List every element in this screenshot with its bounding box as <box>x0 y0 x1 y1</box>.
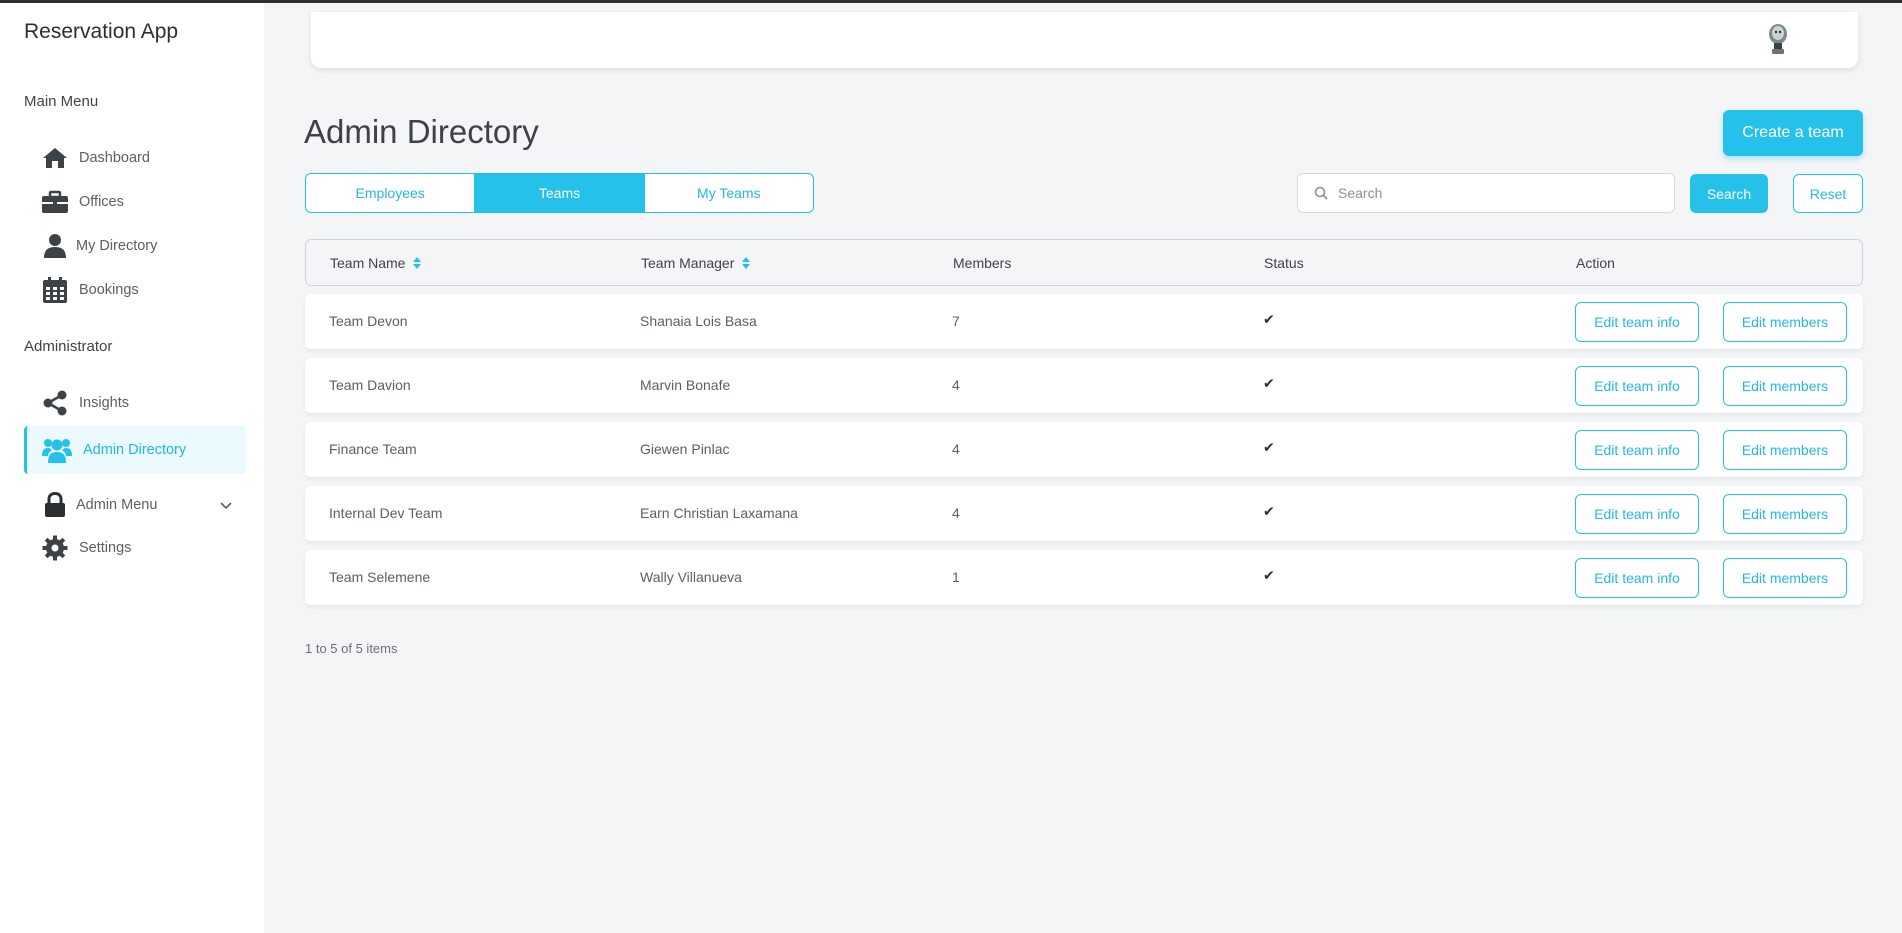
table-row: Team Selemene Wally Villanueva 1 ✔ Edit … <box>305 550 1863 605</box>
column-action: Action <box>1576 255 1615 271</box>
directory-tabs: Employees Teams My Teams <box>305 173 814 213</box>
team-manager-cell: Giewen Pinlac <box>640 441 730 457</box>
search-button[interactable]: Search <box>1690 174 1768 213</box>
team-name-cell: Team Selemene <box>329 569 431 585</box>
edit-team-info-button[interactable]: Edit team info <box>1575 430 1699 470</box>
team-name-cell: Finance Team <box>329 441 417 457</box>
column-label: Team Name <box>330 255 406 271</box>
members-cell: 4 <box>952 377 960 393</box>
status-check-icon: ✔ <box>1263 567 1275 583</box>
sidebar-item-insights[interactable]: Insights <box>24 381 246 425</box>
share-icon <box>41 389 69 417</box>
sidebar-item-offices[interactable]: Offices <box>24 180 246 224</box>
edit-members-button[interactable]: Edit members <box>1723 494 1847 534</box>
edit-members-button[interactable]: Edit members <box>1723 558 1847 598</box>
edit-team-info-button[interactable]: Edit team info <box>1575 302 1699 342</box>
team-name-cell: Team Devon <box>329 313 408 329</box>
column-label: Team Manager <box>641 255 735 271</box>
search-box <box>1297 173 1675 213</box>
members-cell: 4 <box>952 505 960 521</box>
members-cell: 1 <box>952 569 960 585</box>
lock-icon <box>41 491 69 519</box>
sort-icon[interactable] <box>413 257 422 269</box>
column-status: Status <box>1264 255 1304 271</box>
team-manager-cell: Marvin Bonafe <box>640 377 731 393</box>
table-header: Team Name Team Manager Members Status Ac… <box>305 239 1863 286</box>
sidebar-item-my-directory[interactable]: My Directory <box>24 224 246 268</box>
reset-button[interactable]: Reset <box>1793 174 1863 213</box>
team-manager-cell: Shanaia Lois Basa <box>640 313 757 329</box>
column-members: Members <box>953 255 1012 271</box>
edit-members-button[interactable]: Edit members <box>1723 302 1847 342</box>
edit-members-button[interactable]: Edit members <box>1723 366 1847 406</box>
calendar-icon <box>41 276 69 304</box>
sort-icon[interactable] <box>742 257 751 269</box>
window-top-border <box>0 0 1902 3</box>
status-check-icon: ✔ <box>1263 503 1275 519</box>
create-team-button[interactable]: Create a team <box>1723 110 1863 156</box>
members-cell: 4 <box>952 441 960 457</box>
page-title: Admin Directory <box>304 113 539 150</box>
main-menu-label: Main Menu <box>24 93 99 110</box>
avatar[interactable] <box>1766 22 1790 56</box>
table-row: Internal Dev Team Earn Christian Laxaman… <box>305 486 1863 541</box>
edit-team-info-button[interactable]: Edit team info <box>1575 366 1699 406</box>
pagination-summary: 1 to 5 of 5 items <box>305 641 398 656</box>
sidebar-item-dashboard[interactable]: Dashboard <box>24 136 246 180</box>
chevron-down-icon[interactable] <box>220 498 232 514</box>
app-title: Reservation App <box>24 20 179 43</box>
tab-teams[interactable]: Teams <box>475 174 645 212</box>
sidebar-item-bookings[interactable]: Bookings <box>24 268 246 312</box>
briefcase-icon <box>41 188 69 216</box>
team-name-cell: Internal Dev Team <box>329 505 443 521</box>
search-input[interactable] <box>1338 185 1658 201</box>
team-name-cell: Team Davion <box>329 377 411 393</box>
gear-icon <box>41 534 69 562</box>
team-manager-cell: Wally Villanueva <box>640 569 742 585</box>
team-manager-cell: Earn Christian Laxamana <box>640 505 798 521</box>
status-check-icon: ✔ <box>1263 311 1275 327</box>
top-bar <box>311 12 1858 68</box>
table-row: Finance Team Giewen Pinlac 4 ✔ Edit team… <box>305 422 1863 477</box>
sidebar-item-label: Admin Directory <box>83 442 187 458</box>
status-check-icon: ✔ <box>1263 375 1275 391</box>
users-icon <box>41 436 73 464</box>
status-check-icon: ✔ <box>1263 439 1275 455</box>
table-row: Team Davion Marvin Bonafe 4 ✔ Edit team … <box>305 358 1863 413</box>
sidebar: Reservation App Main Menu Dashboard Offi… <box>0 0 264 933</box>
sidebar-item-label: Dashboard <box>79 150 150 166</box>
sidebar-item-label: Admin Menu <box>76 497 158 513</box>
sidebar-item-label: Settings <box>79 540 132 556</box>
tab-my-teams[interactable]: My Teams <box>645 174 813 212</box>
column-team-manager[interactable]: Team Manager <box>641 255 751 271</box>
sidebar-item-settings[interactable]: Settings <box>24 526 246 570</box>
tab-employees[interactable]: Employees <box>306 174 476 212</box>
edit-team-info-button[interactable]: Edit team info <box>1575 494 1699 534</box>
administrator-label: Administrator <box>24 338 113 355</box>
home-icon <box>41 144 69 172</box>
sidebar-item-label: Offices <box>79 194 124 210</box>
sidebar-item-label: My Directory <box>76 238 158 254</box>
sidebar-item-admin-directory[interactable]: Admin Directory <box>24 426 246 474</box>
edit-team-info-button[interactable]: Edit team info <box>1575 558 1699 598</box>
sidebar-item-label: Bookings <box>79 282 139 298</box>
sidebar-item-label: Insights <box>79 395 129 411</box>
search-icon <box>1314 186 1328 200</box>
user-icon <box>41 232 69 260</box>
members-cell: 7 <box>952 313 960 329</box>
table-row: Team Devon Shanaia Lois Basa 7 ✔ Edit te… <box>305 294 1863 349</box>
sidebar-item-admin-menu[interactable]: Admin Menu <box>24 483 246 527</box>
column-team-name[interactable]: Team Name <box>330 255 422 271</box>
edit-members-button[interactable]: Edit members <box>1723 430 1847 470</box>
